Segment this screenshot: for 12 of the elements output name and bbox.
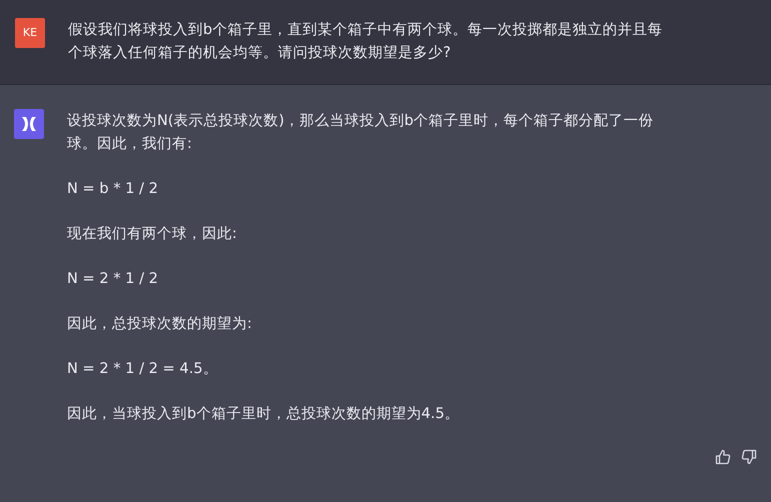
message-text: N = 2 * 1 / 2 — [67, 269, 160, 289]
thumbs-down-button[interactable] — [741, 449, 757, 465]
message-text: 因此，当球投入到b个箱子里时，总投球次数的期望为4.5。 — [67, 404, 460, 424]
message-text: N = b * 1 / 2 — [67, 179, 160, 199]
message-text: N = 2 * 1 / 2 = 4.5。 — [67, 359, 219, 379]
message-text: 现在我们有两个球，因此: — [67, 224, 238, 244]
assistant-avatar-icon — [14, 109, 44, 139]
message-text: 假设我们将球投入到b个箱子里，直到某个箱子中有两个球。每一次投掷都是独立的并且每个球落入任何箱子的机会均等。请问投球次数期望是多少? — [68, 20, 664, 63]
user-avatar: KE — [15, 18, 45, 48]
message-text: 设投球次数为N(表示总投球次数)，那么当球投入到b个箱子里时，每个箱子都分配了一份球。因此，我们有: — [67, 111, 655, 154]
thumbs-up-button[interactable] — [715, 449, 731, 465]
message-text: 因此，总投球次数的期望为: — [67, 314, 253, 334]
